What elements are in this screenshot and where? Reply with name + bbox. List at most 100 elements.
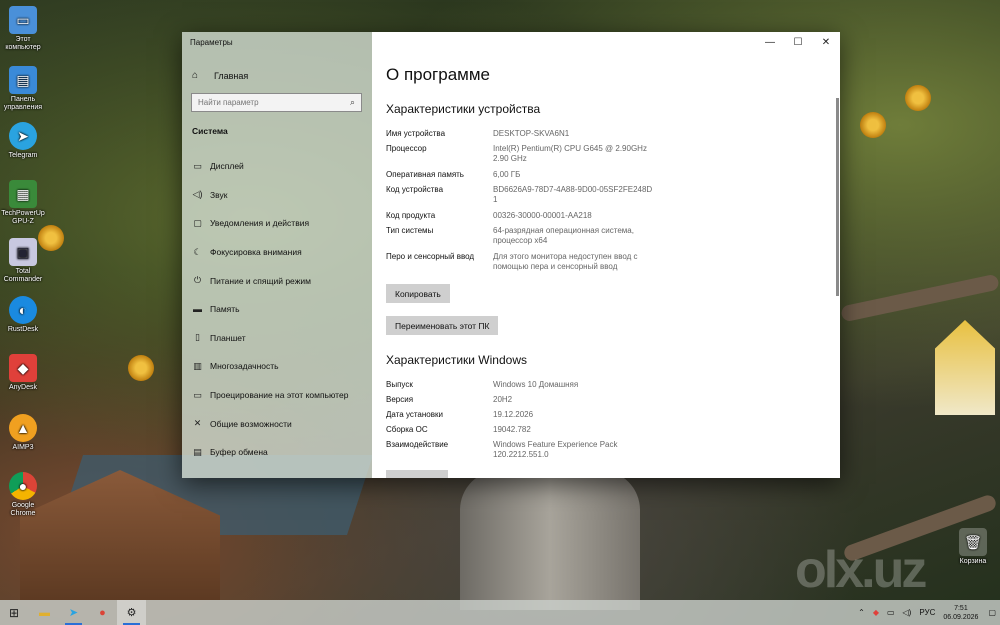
maximize-button[interactable]: ☐ [784, 32, 812, 52]
desktop-icon-recycle-bin[interactable]: 🗑 Корзина [950, 528, 996, 566]
desktop-icon-label: TechPowerUp GPU-Z [1, 210, 45, 225]
notifications-icon: ▢ [193, 217, 202, 228]
close-button[interactable]: ✕ [812, 32, 840, 52]
sidebar-item-clipboard[interactable]: ▤ Буфер обмена [182, 438, 372, 467]
wallpaper-branch [840, 273, 1000, 323]
sidebar-item-projecting[interactable]: ▭ Проецирование на этот компьютер [182, 381, 372, 410]
spec-value: Для этого монитора недоступен ввод с пом… [493, 252, 638, 271]
computer-icon: ▭ [9, 6, 37, 34]
sidebar-item-shared-experiences[interactable]: ✕ Общие возможности [182, 409, 372, 438]
taskbar: ⊞ ▬ ➤ ● ⚙ ⌃ ◆ ▭ ◁) РУС 7:51 06.09.2026 ▢ [0, 600, 1000, 625]
clipboard-icon: ▤ [193, 446, 202, 457]
sidebar-home-label: Главная [214, 70, 249, 81]
partial-button[interactable] [386, 470, 448, 478]
taskbar-app-chrome[interactable]: ● [88, 600, 117, 625]
spec-row: Выпуск Windows 10 Домашняя [386, 380, 656, 390]
minimize-button[interactable]: — [756, 32, 784, 52]
watermark: olx.uz [795, 541, 927, 599]
sidebar-item-notifications[interactable]: ▢ Уведомления и действия [182, 209, 372, 238]
search-box[interactable]: ⌕ [191, 93, 362, 112]
spec-value: 19042.782 [493, 425, 531, 434]
start-button[interactable]: ⊞ [0, 600, 28, 625]
settings-sidebar: Параметры ⌂ Главная ⌕ Система ▭ Дисплей ◁… [182, 32, 372, 478]
desktop-icon-this-pc[interactable]: ▭ Этот компьютер [0, 6, 46, 52]
system-tray: ⌃ ◆ ▭ ◁) РУС 7:51 06.09.2026 ▢ [854, 600, 1000, 625]
scrollbar[interactable] [836, 98, 839, 296]
spec-value: Windows 10 Домашняя [493, 380, 579, 389]
sidebar-item-display[interactable]: ▭ Дисплей [182, 152, 372, 181]
notifications-center-icon[interactable]: ▢ [988, 608, 996, 617]
multitasking-icon: ▥ [193, 360, 202, 371]
wallpaper-cone [860, 112, 886, 138]
display-icon: ▭ [193, 160, 202, 171]
taskbar-app-settings[interactable]: ⚙ [117, 600, 146, 625]
desktop-icon-rustdesk[interactable]: ◐ RustDesk [0, 296, 46, 334]
spec-row: Код устройства BD6626A9-78D7-4A88-9D00-05… [386, 185, 656, 205]
volume-icon[interactable]: ◁) [903, 608, 912, 617]
sidebar-item-label: Планшет [210, 332, 246, 343]
spec-value: 00326-30000-00001-AA218 [493, 211, 592, 220]
spec-row: Сборка ОС 19042.782 [386, 425, 656, 435]
control-panel-icon: ▤ [9, 66, 37, 94]
sidebar-item-label: Фокусировка внимания [210, 247, 302, 258]
desktop-icon-label: Total Commander [3, 268, 43, 283]
spec-key: Оперативная память [386, 170, 464, 179]
rename-pc-button[interactable]: Переименовать этот ПК [386, 316, 499, 335]
spec-key: Сборка ОС [386, 425, 428, 434]
desktop-icon-chrome[interactable]: ● Google Chrome [0, 472, 46, 518]
desktop-icon-label: AIMP3 [12, 444, 34, 451]
desktop-icon-label: Google Chrome [10, 502, 36, 517]
spec-value: 6,00 ГБ [493, 170, 521, 179]
network-icon[interactable]: ▭ [887, 608, 895, 617]
shared-experiences-icon: ✕ [193, 418, 202, 429]
spec-key: Дата установки [386, 410, 443, 419]
focus-icon: ☾ [193, 246, 202, 257]
copy-button[interactable]: Копировать [386, 284, 450, 303]
sidebar-item-power[interactable]: ⏻ Питание и спящий режим [182, 266, 372, 295]
search-icon: ⌕ [349, 97, 355, 107]
clock-time: 7:51 [954, 604, 968, 612]
desktop-icon-label: Telegram [8, 152, 38, 159]
spec-value: 64-разрядная операционная система, проце… [493, 226, 634, 245]
spec-key: Взаимодействие [386, 440, 449, 449]
page-title: О программе [386, 65, 491, 84]
aimp-icon: ▲ [9, 414, 37, 442]
rustdesk-icon: ◐ [9, 296, 37, 324]
clock[interactable]: 7:51 06.09.2026 [943, 604, 978, 622]
spec-row: Процессор Intel(R) Pentium(R) CPU G645 @ … [386, 144, 656, 164]
storage-icon: ▬ [193, 304, 202, 315]
taskbar-app-explorer[interactable]: ▬ [30, 600, 59, 625]
desktop-icon-label: Этот компьютер [5, 36, 41, 51]
spec-value: Intel(R) Pentium(R) CPU G645 @ 2.90GHz 2… [493, 144, 647, 163]
desktop-icon-anydesk[interactable]: ◆ AnyDesk [0, 354, 46, 392]
tray-overflow-icon[interactable]: ⌃ [858, 608, 865, 617]
sidebar-item-focus[interactable]: ☾ Фокусировка внимания [182, 238, 372, 267]
sidebar-item-label: Звук [210, 189, 228, 200]
desktop-icon-telegram[interactable]: ➤ Telegram [0, 122, 46, 160]
desktop-icon-aimp[interactable]: ▲ AIMP3 [0, 414, 46, 452]
sidebar-item-multitasking[interactable]: ▥ Многозадачность [182, 352, 372, 381]
settings-content: — ☐ ✕ О программе Характеристики устройс… [372, 32, 840, 478]
sidebar-home[interactable]: ⌂ Главная [192, 70, 248, 81]
taskbar-app-telegram[interactable]: ➤ [59, 600, 88, 625]
sidebar-item-label: Уведомления и действия [210, 218, 310, 229]
windows-logo-icon: ⊞ [8, 605, 20, 620]
settings-icon: ⚙ [126, 607, 137, 619]
desktop-icon-total-commander[interactable]: ▣ Total Commander [0, 238, 46, 284]
sidebar-item-tablet[interactable]: ▯ Планшет [182, 324, 372, 353]
sidebar-item-sound[interactable]: ◁) Звук [182, 181, 372, 210]
search-input[interactable] [198, 98, 350, 107]
desktop-icon-control-panel[interactable]: ▤ Панель управления [0, 66, 46, 112]
wallpaper-tree-trunk [460, 470, 640, 610]
language-indicator[interactable]: РУС [919, 608, 935, 617]
sidebar-item-storage[interactable]: ▬ Память [182, 295, 372, 324]
sidebar-item-label: Питание и спящий режим [210, 275, 311, 286]
sidebar-item-label: Общие возможности [210, 418, 292, 429]
sidebar-item-label: Дисплей [210, 161, 244, 172]
home-icon: ⌂ [192, 70, 199, 81]
anydesk-tray-icon[interactable]: ◆ [873, 608, 879, 617]
windows-specs-heading: Характеристики Windows [386, 353, 527, 367]
desktop-icon-gpuz[interactable]: ▦ TechPowerUp GPU-Z [0, 180, 46, 226]
spec-row: Код продукта 00326-30000-00001-AA218 [386, 211, 656, 221]
sound-icon: ◁) [192, 189, 203, 200]
